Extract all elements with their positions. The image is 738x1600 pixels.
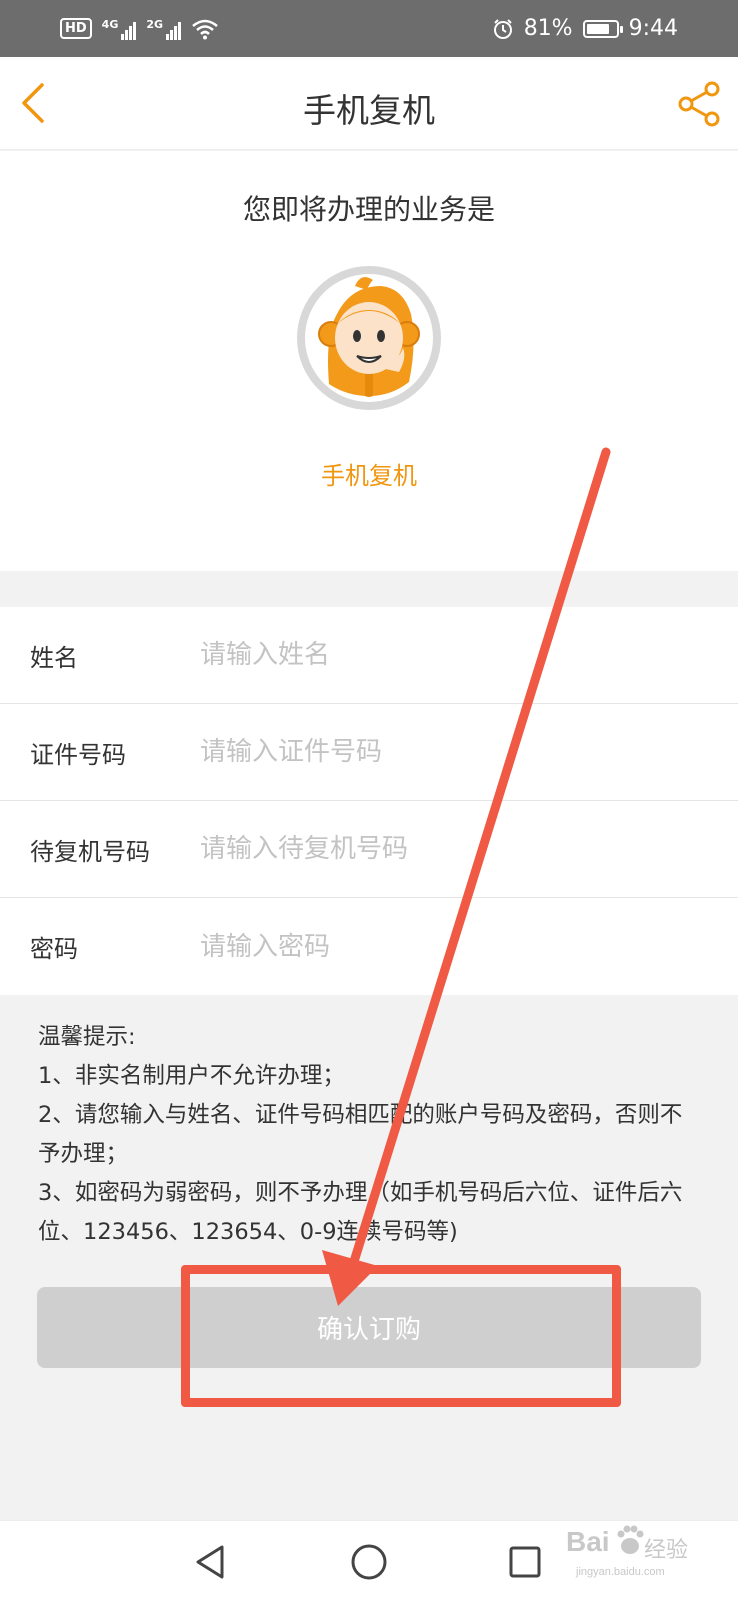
phone-number-label: 待复机号码 <box>30 837 150 866</box>
system-nav-bar <box>0 1520 738 1600</box>
mascot-avatar <box>297 266 441 410</box>
name-input[interactable] <box>200 625 738 685</box>
service-name: 手机复机 <box>321 462 417 490</box>
form-row-name: 姓名 <box>0 607 738 704</box>
tip-item: 2、请您输入与姓名、证件号码相匹配的账户号码及密码，否则不予办理； <box>38 1102 683 1167</box>
battery-fill <box>586 23 610 34</box>
password-input[interactable] <box>200 916 738 977</box>
order-form: 姓名 证件号码 待复机号码 密码 <box>0 607 738 995</box>
signal-4g-icon: 4G <box>102 18 137 40</box>
id-number-input[interactable] <box>200 722 738 782</box>
status-bar-right: 81% 9:44 <box>492 16 678 41</box>
system-back-button[interactable] <box>186 1537 236 1587</box>
wifi-icon <box>192 19 218 39</box>
form-row-phone-number: 待复机号码 <box>0 801 738 898</box>
password-label: 密码 <box>30 935 78 963</box>
tips-title: 温馨提示: <box>38 1024 136 1050</box>
phone-number-input[interactable] <box>200 819 738 879</box>
battery-percent: 81% <box>523 16 573 41</box>
system-recents-button[interactable] <box>500 1537 550 1587</box>
clock: 9:44 <box>628 16 678 41</box>
system-home-button[interactable] <box>344 1537 394 1587</box>
id-number-label: 证件号码 <box>30 740 126 769</box>
share-button[interactable] <box>674 79 726 129</box>
net-type-label: 2G <box>146 17 164 31</box>
status-bar: HD 4G 2G 81% 9:44 <box>0 0 738 57</box>
back-triangle-icon <box>196 1545 224 1579</box>
battery-icon <box>582 19 623 38</box>
form-row-password: 密码 <box>0 898 738 995</box>
signal-2g-icon: 2G <box>146 17 182 40</box>
name-label: 姓名 <box>30 643 78 672</box>
tips-section: 温馨提示: 1、非实名制用户不允许办理； 2、请您输入与姓名、证件号码相匹配的账… <box>38 1018 698 1252</box>
nav-bar: 手机复机 <box>0 57 738 150</box>
page-title: 手机复机 <box>303 91 435 130</box>
alarm-icon <box>493 18 512 39</box>
home-circle-icon <box>351 1544 387 1580</box>
net-type-label: 4G <box>101 17 119 31</box>
confirm-order-button[interactable]: 确认订购 <box>37 1287 701 1368</box>
share-icon <box>678 81 720 127</box>
tip-item: 1、非实名制用户不允许办理； <box>38 1063 345 1089</box>
status-bar-left: HD 4G 2G <box>60 18 219 40</box>
tip-item: 3、如密码为弱密码，则不予办理（如手机号码后六位、证件后六位、123456、12… <box>38 1180 683 1245</box>
recents-square-icon <box>509 1546 541 1578</box>
hd-badge: HD <box>60 18 92 39</box>
form-row-id-number: 证件号码 <box>0 704 738 801</box>
service-summary: 您即将办理的业务是 手机复机 <box>0 151 738 571</box>
service-caption: 您即将办理的业务是 <box>242 193 495 226</box>
